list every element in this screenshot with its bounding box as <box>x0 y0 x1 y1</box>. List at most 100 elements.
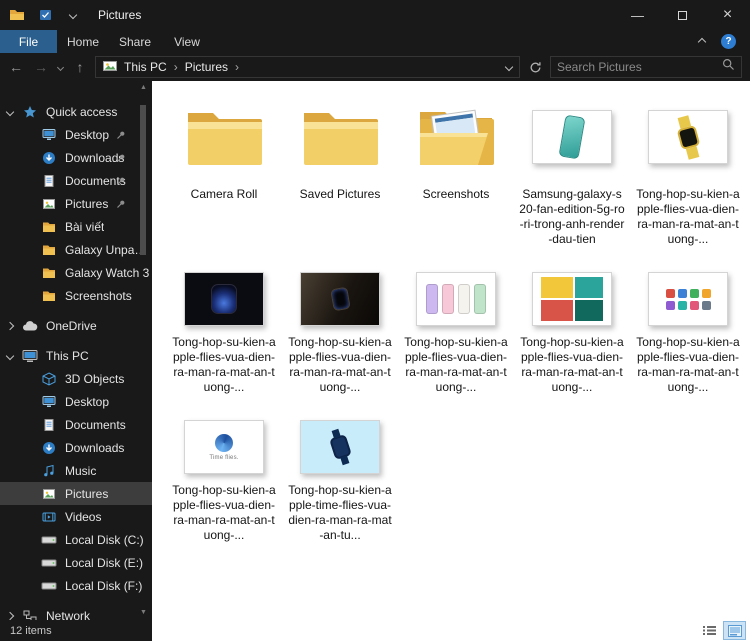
location-icon <box>103 60 117 75</box>
sidebar-item-onedrive[interactable]: OneDrive <box>0 314 152 337</box>
pin-icon <box>116 175 126 189</box>
file-item[interactable]: Tong-hop-su-kien-apple-time-flies-vua-di… <box>282 415 398 543</box>
breadcrumb-pictures[interactable]: Pictures <box>185 60 228 74</box>
file-item[interactable]: Samsung-galaxy-s20-fan-edition-5g-ro-ri-… <box>514 91 630 247</box>
sidebar-item-screenshots[interactable]: Screenshots <box>0 284 152 307</box>
sidebar-item-desktop[interactable]: Desktop <box>0 123 152 146</box>
pin-icon <box>116 198 126 212</box>
cube-icon <box>40 371 57 386</box>
back-button[interactable]: ← <box>6 57 26 77</box>
recent-locations-icon[interactable] <box>56 63 65 71</box>
documents-icon <box>40 173 57 188</box>
file-item[interactable]: Screenshots <box>398 91 514 247</box>
file-item[interactable]: Saved Pictures <box>282 91 398 247</box>
navigation-bar: ← → ↑ This PC › Pictures › <box>0 53 750 81</box>
breadcrumb-this-pc[interactable]: This PC <box>124 60 167 74</box>
sidebar-item-network[interactable]: Network <box>0 604 152 620</box>
sidebar-item-galaxy-watch-3[interactable]: Galaxy Watch 3 <box>0 261 152 284</box>
sidebar-item-label: OneDrive <box>46 318 97 333</box>
sidebar-item-desktop[interactable]: Desktop <box>0 390 152 413</box>
tab-view[interactable]: View <box>161 30 213 53</box>
search-box <box>550 56 742 78</box>
file-item[interactable]: Tong-hop-su-kien-apple-flies-vua-dien-ra… <box>514 267 630 395</box>
breadcrumb-separator[interactable]: › <box>174 60 178 74</box>
file-item[interactable]: Camera Roll <box>166 91 282 247</box>
close-button[interactable]: × <box>705 0 750 30</box>
folder-icon <box>40 265 57 280</box>
minimize-button[interactable]: — <box>615 0 660 30</box>
details-view-button[interactable] <box>698 621 721 640</box>
file-label: Tong-hop-su-kien-apple-flies-vua-dien-ra… <box>404 335 508 394</box>
maximize-button[interactable] <box>660 0 705 30</box>
sidebar-item-local-disk-f[interactable]: Local Disk (F:) <box>0 574 152 597</box>
sidebar-item-documents[interactable]: Documents <box>0 169 152 192</box>
file-item[interactable]: Tong-hop-su-kien-apple-flies-vua-dien-ra… <box>166 267 282 395</box>
scroll-down-arrow[interactable]: ▼ <box>140 608 147 618</box>
sidebar: Quick access Desktop Downloads Documents Pic… <box>0 81 152 620</box>
address-bar[interactable]: This PC › Pictures › <box>95 56 520 78</box>
tab-file[interactable]: File <box>0 30 57 53</box>
sidebar-item-pictures[interactable]: Pictures <box>0 482 152 505</box>
search-input[interactable] <box>557 60 722 74</box>
sidebar-item-label: Desktop <box>65 394 110 409</box>
star-icon <box>21 104 38 119</box>
thumbnails-view-button[interactable] <box>723 621 746 640</box>
sidebar-item-label: Bài viết <box>65 219 105 234</box>
quick-access-toolbar-chevron-icon[interactable] <box>62 10 84 20</box>
sidebar-item-quick-access[interactable]: Quick access <box>0 100 152 123</box>
disk-icon <box>40 532 57 547</box>
file-label: Tong-hop-su-kien-apple-flies-vua-dien-ra… <box>636 187 740 246</box>
sidebar-item-label: Music <box>65 463 97 478</box>
file-label: Tong-hop-su-kien-apple-flies-vua-dien-ra… <box>288 335 392 394</box>
expand-ribbon-icon[interactable] <box>697 37 707 46</box>
chevron-right-icon[interactable] <box>5 321 15 330</box>
sidebar-item-music[interactable]: Music <box>0 459 152 482</box>
file-label: Camera Roll <box>190 187 258 201</box>
sidebar-item-label: Local Disk (C:) <box>65 532 144 547</box>
file-grid: Camera Roll Saved Pictures Screenshots Sams… <box>166 91 750 543</box>
sidebar-item-label: Downloads <box>65 440 125 455</box>
sidebar-item-downloads[interactable]: Downloads <box>0 436 152 459</box>
sidebar-item-galaxy-unpacked[interactable]: Galaxy Unpacked <box>0 238 152 261</box>
sidebar-item-documents[interactable]: Documents <box>0 413 152 436</box>
file-label: Tong-hop-su-kien-apple-flies-vua-dien-ra… <box>172 335 276 394</box>
file-item[interactable]: Tong-hop-su-kien-apple-flies-vua-dien-ra… <box>398 267 514 395</box>
sidebar-item-label: Galaxy Watch 3 <box>65 265 150 280</box>
scroll-up-arrow[interactable]: ▲ <box>140 83 147 93</box>
sidebar-item-3d-objects[interactable]: 3D Objects <box>0 367 152 390</box>
scrollbar-thumb[interactable] <box>140 105 146 255</box>
sidebar-item-label: Pictures <box>65 486 109 501</box>
help-button[interactable]: ? <box>721 34 736 49</box>
sidebar-item-local-disk-e[interactable]: Local Disk (E:) <box>0 551 152 574</box>
file-label: Samsung-galaxy-s20-fan-edition-5g-ro-ri-… <box>519 187 625 246</box>
file-label: Tong-hop-su-kien-apple-flies-vua-dien-ra… <box>636 335 740 394</box>
up-button[interactable]: ↑ <box>70 57 90 77</box>
sidebar-scrollbar[interactable]: ▲ ▼ <box>138 83 149 618</box>
forward-button[interactable]: → <box>31 57 51 77</box>
sidebar-item-videos[interactable]: Videos <box>0 505 152 528</box>
file-label: Tong-hop-su-kien-apple-flies-vua-dien-ra… <box>520 335 624 394</box>
search-icon[interactable] <box>722 58 735 76</box>
file-label: Screenshots <box>422 187 490 201</box>
file-item[interactable]: Tong-hop-su-kien-apple-flies-vua-dien-ra… <box>630 267 746 395</box>
address-dropdown-icon[interactable] <box>504 62 514 72</box>
sidebar-item-downloads[interactable]: Downloads <box>0 146 152 169</box>
chevron-right-icon[interactable] <box>5 611 15 620</box>
ribbon-tab-bar: File Home Share View ? <box>0 30 750 53</box>
quick-access-toolbar-icon[interactable] <box>34 9 56 21</box>
file-item[interactable]: Time flies. Tong-hop-su-kien-apple-flies-… <box>166 415 282 543</box>
pc-icon <box>21 348 38 363</box>
chevron-down-icon[interactable] <box>5 107 15 116</box>
sidebar-item-this-pc[interactable]: This PC <box>0 344 152 367</box>
sidebar-item-b-i-vi-t[interactable]: Bài viết <box>0 215 152 238</box>
file-item[interactable]: Tong-hop-su-kien-apple-flies-vua-dien-ra… <box>630 91 746 247</box>
file-item[interactable]: Tong-hop-su-kien-apple-flies-vua-dien-ra… <box>282 267 398 395</box>
refresh-icon[interactable] <box>525 61 545 74</box>
sidebar-item-pictures[interactable]: Pictures <box>0 192 152 215</box>
chevron-down-icon[interactable] <box>5 351 15 360</box>
network-icon <box>21 608 38 620</box>
tab-home[interactable]: Home <box>57 30 109 53</box>
tab-share[interactable]: Share <box>109 30 161 53</box>
breadcrumb-separator[interactable]: › <box>235 60 239 74</box>
sidebar-item-local-disk-c[interactable]: Local Disk (C:) <box>0 528 152 551</box>
